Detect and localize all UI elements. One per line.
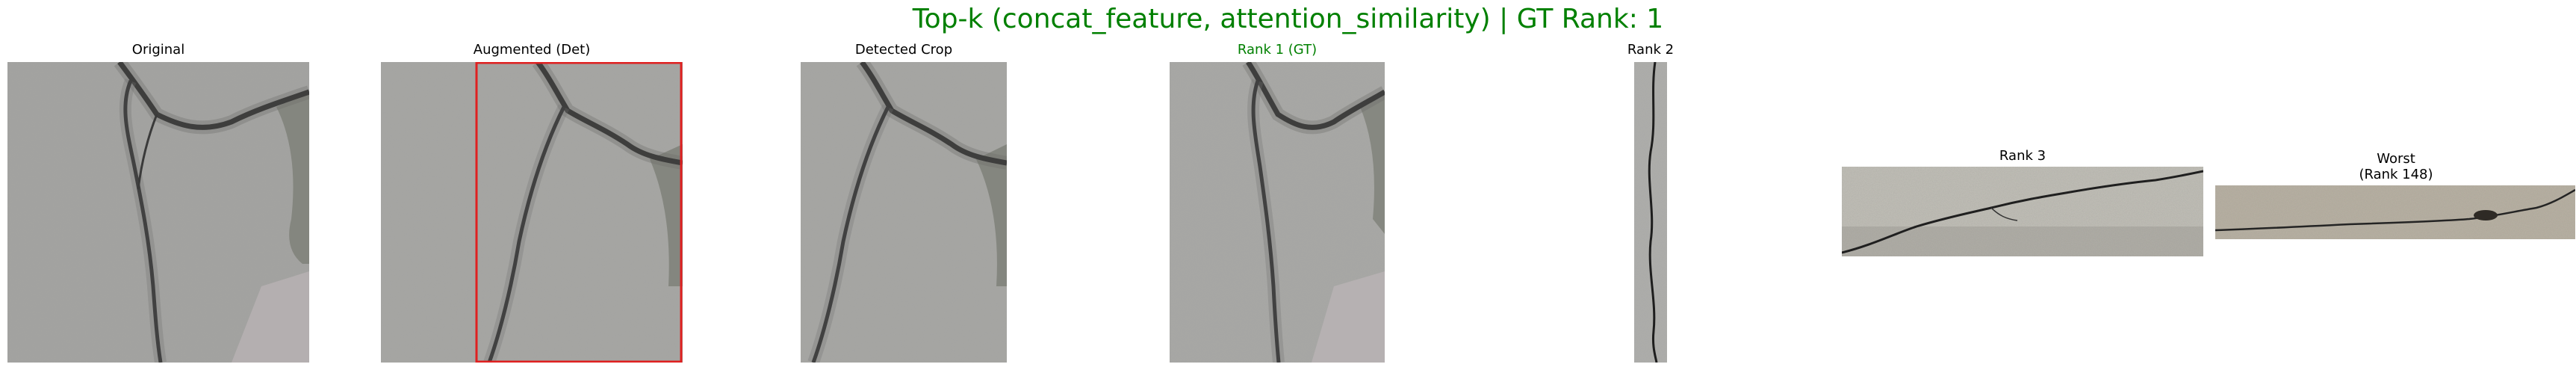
rank-2-image [1634, 62, 1667, 363]
panel-rank-2: Rank 2 [1606, 42, 1695, 363]
panel-detected-crop: Detected Crop [801, 42, 1007, 363]
panel-title: Rank 2 [1627, 42, 1675, 58]
panel-original: Original [7, 42, 309, 363]
panel-worst: Worst (Rank 148) [2215, 151, 2576, 241]
figure-title: Top-k (concat_feature, attention_similar… [912, 4, 1664, 34]
detected-crop-image [801, 62, 1007, 363]
panel-rank-3: Rank 3 [1842, 148, 2203, 259]
panel-title: Rank 3 [1999, 148, 2046, 164]
original-image [7, 62, 309, 363]
panel-title: Augmented (Det) [473, 42, 591, 58]
rank-3-image [1842, 167, 2203, 256]
panel-title: Worst (Rank 148) [2359, 151, 2433, 182]
worst-image [2215, 185, 2575, 239]
augmented-image [381, 62, 683, 363]
panel-title: Rank 1 (GT) [1237, 42, 1318, 58]
panel-augmented: Augmented (Det) [381, 42, 683, 363]
rank-1-image [1170, 62, 1385, 363]
panel-title: Detected Crop [854, 42, 953, 58]
panel-rank-1: Rank 1 (GT) [1170, 42, 1385, 363]
panel-title: Original [131, 42, 185, 58]
